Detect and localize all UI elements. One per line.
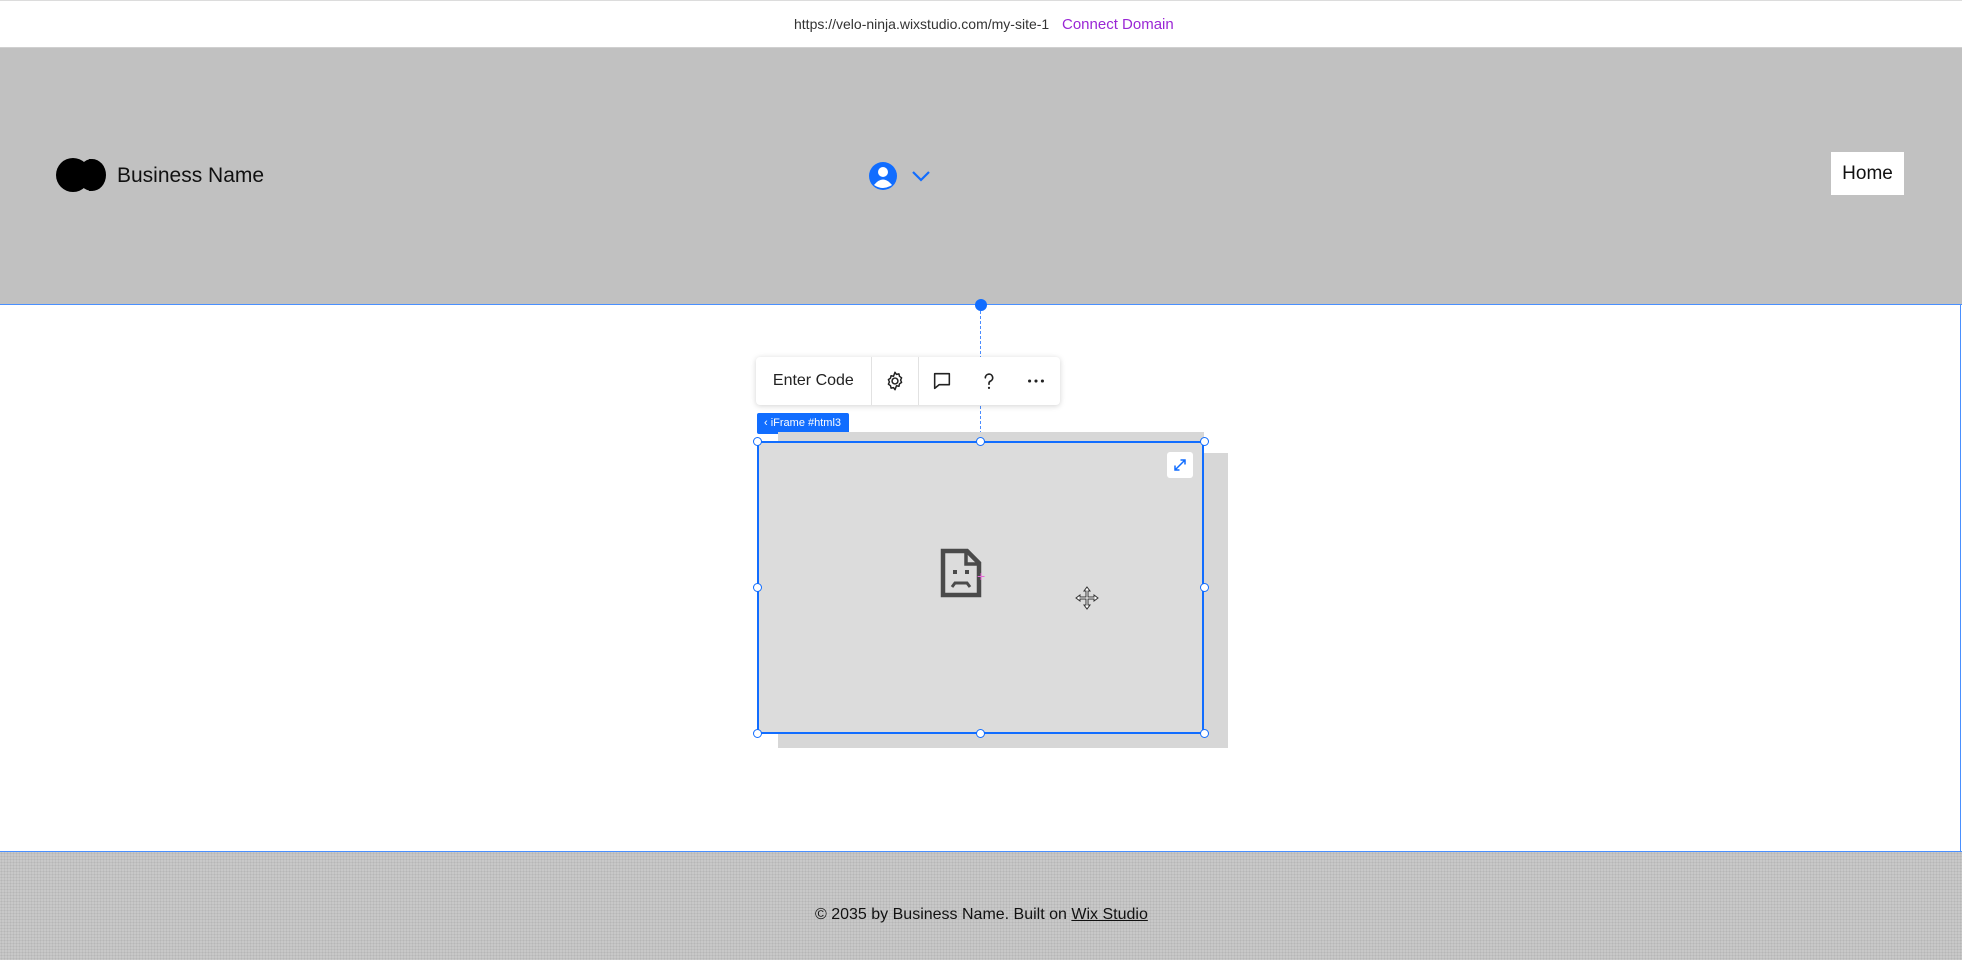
- connect-domain-link[interactable]: Connect Domain: [1062, 16, 1174, 33]
- user-avatar-icon: [869, 162, 930, 190]
- member-login-button[interactable]: [869, 160, 933, 192]
- gear-icon: [887, 371, 903, 391]
- help-button[interactable]: [966, 357, 1013, 405]
- resize-handle[interactable]: [1200, 729, 1209, 738]
- wix-studio-link[interactable]: Wix Studio: [1071, 906, 1147, 923]
- site-footer[interactable]: © 2035 by Business Name. Built on Wix St…: [0, 852, 1962, 960]
- footer-copyright: © 2035 by Business Name. Built on Wix St…: [815, 906, 1148, 924]
- resize-handle[interactable]: [753, 583, 762, 592]
- resize-handle[interactable]: [976, 437, 985, 446]
- comment-icon: [934, 372, 951, 390]
- resize-handle[interactable]: [753, 437, 762, 446]
- crosshair-marker: +: [977, 568, 986, 584]
- resize-handle[interactable]: [753, 729, 762, 738]
- move-cursor-icon: [1075, 586, 1099, 610]
- business-name: Business Name: [117, 164, 265, 187]
- settings-button[interactable]: [872, 357, 919, 405]
- resize-handle[interactable]: [976, 729, 985, 738]
- more-icon: [1028, 379, 1045, 383]
- nav-home-button[interactable]: Home: [1831, 152, 1904, 195]
- site-url-bar: https://velo-ninja.wixstudio.com/my-site…: [0, 0, 1962, 48]
- resize-handle[interactable]: [1200, 583, 1209, 592]
- help-icon: [984, 373, 994, 389]
- element-id-tag[interactable]: ‹ iFrame #html3: [757, 413, 850, 434]
- more-actions-button[interactable]: [1013, 357, 1060, 405]
- element-toolbar: Enter Code: [756, 357, 1060, 405]
- comment-button[interactable]: [919, 357, 966, 405]
- enter-code-button[interactable]: Enter Code: [756, 357, 872, 405]
- business-logo-icon: [56, 158, 106, 192]
- expand-arrows-icon: [1174, 459, 1186, 471]
- broken-page-icon: [940, 548, 982, 598]
- site-url: https://velo-ninja.wixstudio.com/my-site…: [794, 16, 1050, 32]
- resize-handle[interactable]: [1200, 437, 1209, 446]
- section-edge-line: [1960, 305, 1961, 852]
- site-header[interactable]: Business Name Home: [0, 48, 1962, 305]
- stretch-button[interactable]: [1167, 452, 1193, 478]
- section-anchor-dot[interactable]: [975, 299, 987, 311]
- footer-copyright-text: © 2035 by Business Name. Built on: [815, 906, 1072, 923]
